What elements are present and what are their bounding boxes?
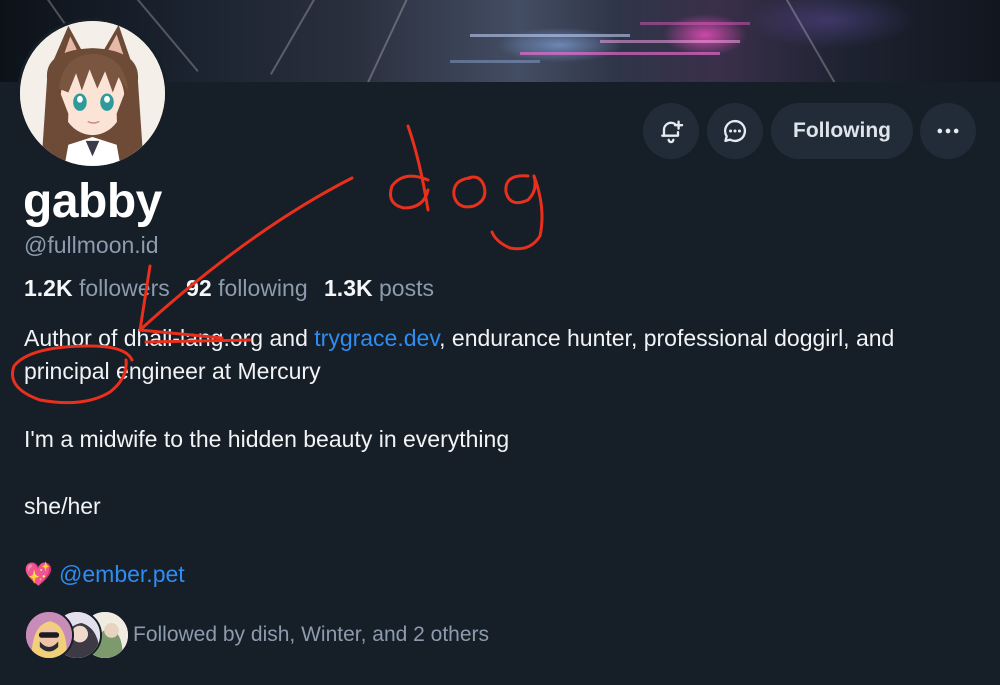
followed-by-text: Followed by dish, Winter, and 2 others: [133, 623, 490, 646]
more-options-button[interactable]: [920, 103, 976, 159]
following-label: following: [218, 275, 308, 301]
annotation-letter-o: [452, 175, 487, 209]
following-button[interactable]: Following: [771, 103, 913, 159]
followers-label: followers: [78, 275, 170, 301]
bio-link-trygrace[interactable]: trygrace.dev: [314, 325, 439, 351]
following-link[interactable]: 92 following: [186, 275, 307, 301]
posts-label: posts: [379, 275, 434, 301]
display-name: gabby: [23, 175, 162, 228]
followed-by-row[interactable]: Followed by dish, Winter, and 2 others: [24, 610, 984, 662]
message-button[interactable]: [707, 103, 763, 159]
follower-avatar-dish: [24, 610, 74, 660]
anime-girl-avatar-image: [20, 21, 165, 166]
posts-count-group: 1.3K posts: [324, 275, 434, 301]
profile-avatar[interactable]: [17, 18, 168, 169]
annotation-letter-d: [389, 174, 430, 210]
followers-count: 1.2K: [24, 275, 73, 301]
bell-plus-icon: [661, 120, 684, 144]
bio-link-ember-pet[interactable]: @ember.pet: [59, 561, 185, 587]
bio-line-2: I'm a midwife to the hidden beauty in ev…: [24, 426, 510, 452]
bio-line-1: Author of dhall-lang.org and trygrace.de…: [24, 322, 984, 388]
profile-handle[interactable]: @fullmoon.id: [24, 232, 159, 259]
bio-text-pre: Author of dhall-lang.org and: [24, 325, 315, 351]
sparkling-heart-emoji: 💖: [24, 561, 53, 587]
chat-bubble-icon: [724, 119, 747, 143]
bio-line-4: 💖 @ember.pet: [24, 558, 984, 591]
following-count: 92: [186, 275, 212, 301]
profile-stats: 1.2K followers 92 following 1.3K posts: [24, 275, 434, 302]
more-horizontal-icon: [937, 128, 959, 134]
followers-link[interactable]: 1.2K followers: [24, 275, 170, 301]
bio-pronouns: she/her: [24, 493, 101, 519]
annotation-arrow: [138, 176, 354, 332]
annotation-letter-g: [504, 174, 537, 205]
posts-count: 1.3K: [324, 275, 373, 301]
notify-button[interactable]: [643, 103, 699, 159]
